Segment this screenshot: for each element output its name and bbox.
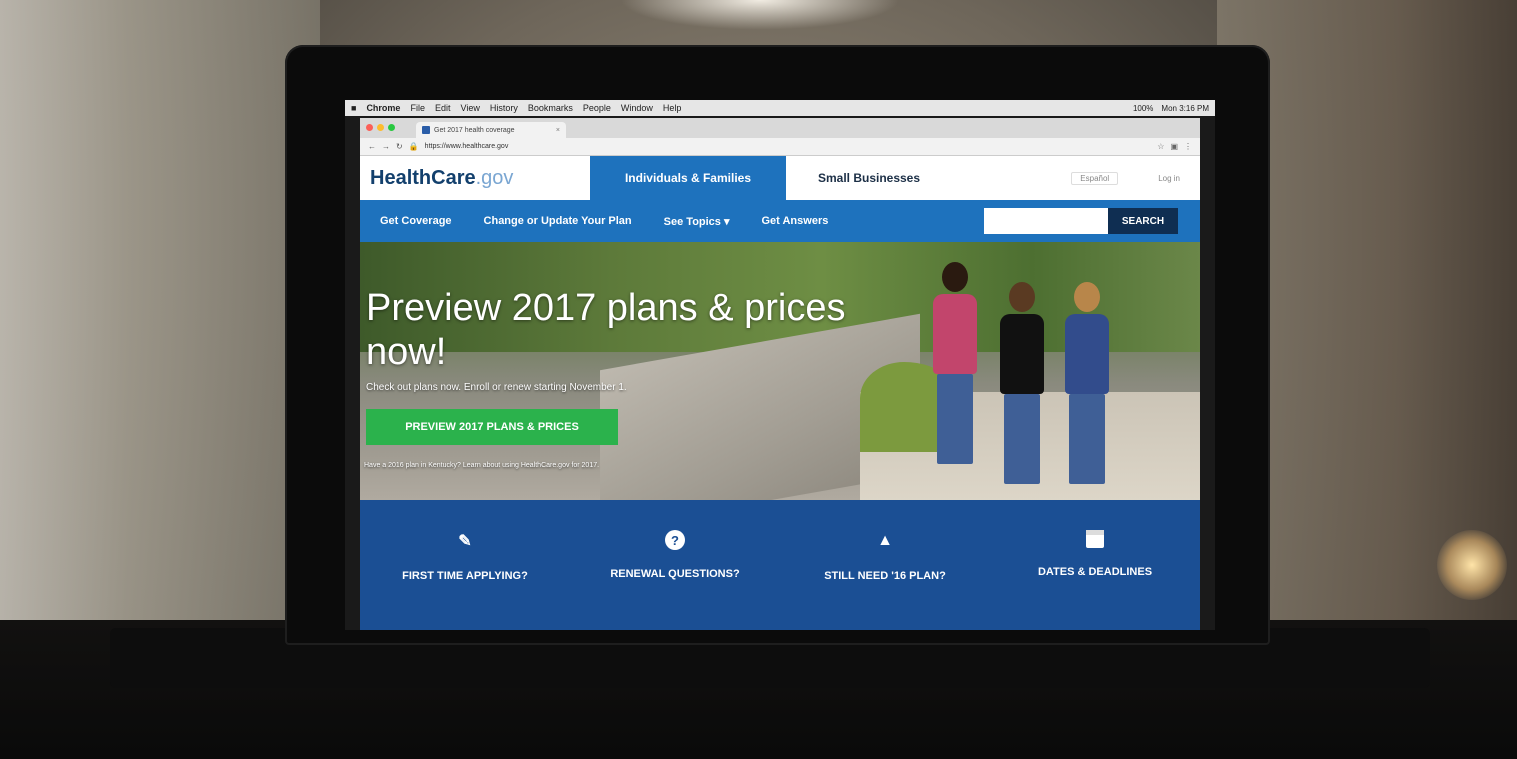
extension-icon[interactable]: ▣ [1170, 142, 1178, 151]
hero-title: Preview 2017 plans & prices now! [366, 287, 846, 373]
menu-dots-icon[interactable]: ⋮ [1184, 142, 1192, 151]
battery-text: 100% [1132, 103, 1154, 113]
maximize-window-icon[interactable] [388, 124, 395, 131]
tab-title: Get 2017 health coverage [434, 126, 515, 134]
browser-toolbar: ← → ↻ 🔒 https://www.healthcare.gov ☆ ▣ ⋮ [360, 138, 1200, 156]
menubar-status: 100% Mon 3:16 PM [1133, 104, 1209, 113]
header-utilities: Español Log in [1071, 156, 1200, 200]
forward-icon[interactable]: → [382, 142, 390, 151]
nav-get-answers[interactable]: Get Answers [762, 215, 829, 227]
background-blur-left [0, 0, 320, 640]
site-header: HealthCare .gov Individuals & Families Sm… [360, 156, 1200, 200]
mac-menubar: ■ Chrome File Edit View History Bookmark… [345, 100, 1215, 116]
laptop-screen: ■ Chrome File Edit View History Bookmark… [345, 100, 1215, 630]
menu-bookmarks[interactable]: Bookmarks [528, 103, 573, 113]
nav-change-update-plan[interactable]: Change or Update Your Plan [484, 215, 632, 227]
menu-edit[interactable]: Edit [435, 103, 451, 113]
question-icon: ? [665, 530, 685, 550]
favicon-icon [422, 126, 430, 134]
logo-suffix: .gov [475, 166, 514, 189]
search-input[interactable] [984, 208, 1108, 234]
main-nav: Get Coverage Change or Update Your Plan … [360, 200, 1200, 242]
laptop-bezel: ■ Chrome File Edit View History Bookmark… [285, 45, 1270, 645]
tab-small-businesses[interactable]: Small Businesses [786, 156, 952, 200]
browser-tab[interactable]: Get 2017 health coverage × [416, 122, 566, 138]
quick-link-label: DATES & DEADLINES [1037, 566, 1153, 578]
menu-people[interactable]: People [583, 103, 611, 113]
espanol-link[interactable]: Español [1071, 171, 1119, 185]
hero-person-3 [1065, 282, 1109, 484]
apple-icon[interactable]: ■ [351, 103, 356, 113]
ceiling-light [620, 0, 900, 30]
nav-see-topics[interactable]: See Topics ▾ [664, 215, 730, 228]
lamp-glow [1437, 530, 1507, 600]
window-controls [366, 124, 395, 131]
close-window-icon[interactable] [366, 124, 373, 131]
hero-person-2 [1000, 282, 1044, 484]
menu-help[interactable]: Help [663, 103, 682, 113]
reload-icon[interactable]: ↻ [396, 142, 403, 151]
calendar-icon [1086, 530, 1104, 548]
back-icon[interactable]: ← [368, 142, 376, 151]
menu-window[interactable]: Window [621, 103, 653, 113]
lock-icon: 🔒 [408, 142, 419, 151]
clock-text: Mon 3:16 PM [1161, 103, 1209, 113]
close-tab-icon[interactable]: × [556, 127, 560, 134]
address-bar[interactable]: https://www.healthcare.gov [425, 143, 509, 150]
tab-individuals-families[interactable]: Individuals & Families [590, 156, 786, 200]
logo-main: HealthCare [370, 166, 476, 189]
healthcare-logo[interactable]: HealthCare .gov [360, 156, 590, 200]
road-icon: ▲ [877, 532, 893, 549]
quick-link-still-need-plan[interactable]: ▲ STILL NEED '16 PLAN? [795, 530, 975, 582]
quick-link-first-time[interactable]: ✎ FIRST TIME APPLYING? [375, 530, 555, 582]
hero-banner: Preview 2017 plans & prices now! Check o… [360, 242, 1200, 500]
menu-history[interactable]: History [490, 103, 518, 113]
quick-link-label: RENEWAL QUESTIONS? [610, 568, 740, 580]
star-icon[interactable]: ☆ [1157, 142, 1164, 151]
quick-links: ✎ FIRST TIME APPLYING? ? RENEWAL QUESTIO… [360, 500, 1200, 630]
login-link[interactable]: Log in [1158, 174, 1180, 183]
menu-app-name[interactable]: Chrome [366, 103, 400, 113]
preview-plans-button[interactable]: PREVIEW 2017 PLANS & PRICES [366, 409, 618, 445]
search-button[interactable]: SEARCH [1108, 208, 1178, 234]
quick-link-dates-deadlines[interactable]: DATES & DEADLINES [1005, 530, 1185, 578]
extensions: ☆ ▣ ⋮ [1157, 142, 1192, 151]
menu-file[interactable]: File [410, 103, 425, 113]
edit-icon: ✎ [458, 533, 472, 550]
tab-strip: Get 2017 health coverage × [360, 118, 1200, 138]
quick-link-label: STILL NEED '16 PLAN? [824, 570, 946, 582]
menu-view[interactable]: View [460, 103, 479, 113]
nav-get-coverage[interactable]: Get Coverage [380, 215, 452, 227]
hero-note-link[interactable]: Have a 2016 plan in Kentucky? Learn abou… [364, 462, 599, 469]
quick-link-label: FIRST TIME APPLYING? [402, 570, 528, 582]
minimize-window-icon[interactable] [377, 124, 384, 131]
quick-link-renewal[interactable]: ? RENEWAL QUESTIONS? [585, 530, 765, 580]
hero-person-1 [933, 262, 977, 464]
hero-subtitle: Check out plans now. Enroll or renew sta… [366, 382, 627, 393]
browser-window: Get 2017 health coverage × ← → ↻ 🔒 https… [360, 118, 1200, 630]
